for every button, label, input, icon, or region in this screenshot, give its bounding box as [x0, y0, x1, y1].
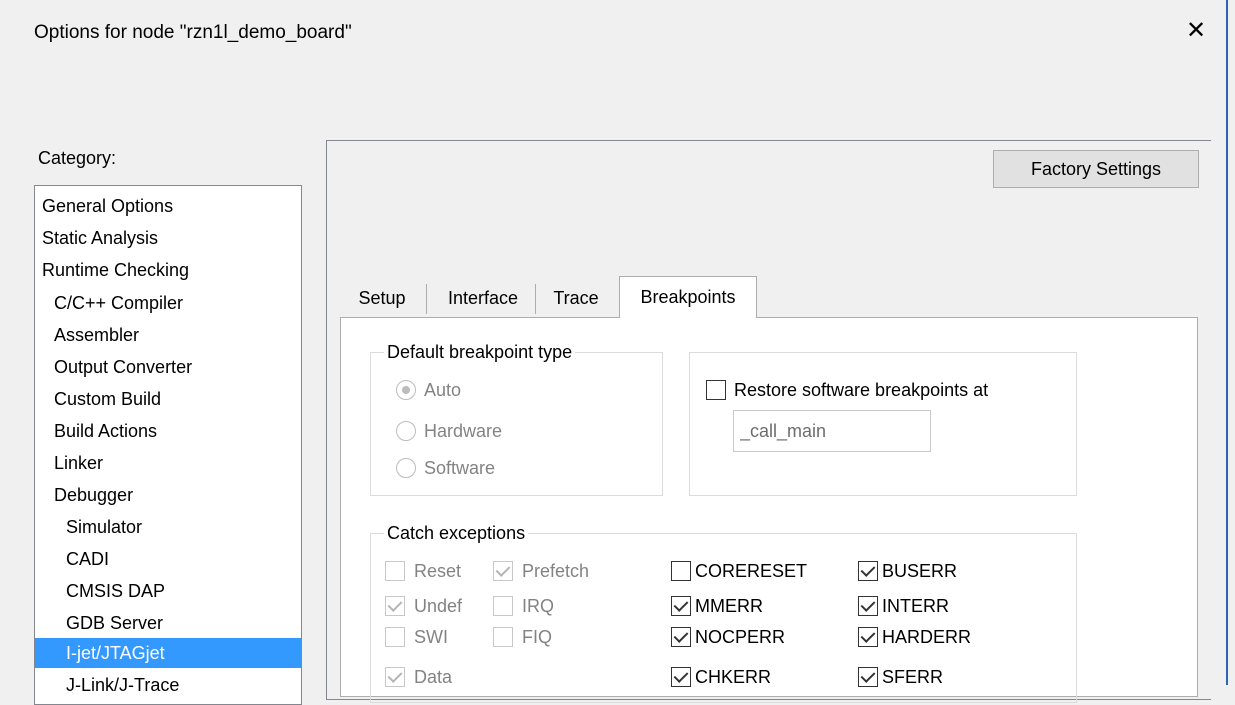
radio-button-icon: [396, 380, 416, 400]
radio-hardware: Hardware: [396, 418, 502, 444]
radio-button-icon: [396, 458, 416, 478]
checkbox-label: MMERR: [695, 595, 763, 616]
radio-button-icon: [396, 421, 416, 441]
close-icon[interactable]: ✕: [1181, 16, 1211, 46]
checkbox-data: Data: [385, 664, 452, 690]
category-item-linker[interactable]: Linker: [54, 448, 103, 478]
category-item-gdb-server[interactable]: GDB Server: [66, 608, 163, 638]
category-item-static-analysis[interactable]: Static Analysis: [42, 223, 158, 253]
checkbox-icon: [493, 627, 513, 647]
checkbox-harderr[interactable]: HARDERR: [858, 624, 971, 650]
checkbox-label: FIQ: [522, 626, 552, 647]
category-list[interactable]: General Options Static Analysis Runtime …: [34, 185, 302, 705]
checkbox-label: SWI: [414, 626, 448, 647]
checkbox-mmerr[interactable]: MMERR: [671, 593, 763, 619]
checkbox-label: NOCPERR: [695, 626, 786, 647]
tab-breakpoints[interactable]: Breakpoints: [619, 276, 757, 318]
restore-location-field[interactable]: [733, 410, 931, 452]
checkbox-icon[interactable]: [671, 596, 691, 616]
checkbox-label: INTERR: [882, 595, 949, 616]
checkbox-sferr[interactable]: SFERR: [858, 664, 943, 690]
checkbox-undef: Undef: [385, 593, 462, 619]
category-item-assembler[interactable]: Assembler: [54, 320, 139, 350]
checkbox-icon: [385, 561, 405, 581]
tab-interface[interactable]: Interface: [434, 283, 532, 315]
checkbox-irq: IRQ: [493, 593, 554, 619]
checkbox-corereset[interactable]: CORERESET: [671, 558, 807, 584]
checkbox-icon[interactable]: [671, 667, 691, 687]
checkbox-icon[interactable]: [858, 561, 878, 581]
checkbox-label: Undef: [414, 595, 463, 616]
window-border: [1226, 0, 1228, 685]
category-item-jlink-jtrace[interactable]: J-Link/J-Trace: [66, 670, 179, 700]
tab-separator: [426, 284, 427, 314]
tab-setup[interactable]: Setup: [346, 283, 418, 315]
checkbox-reset: Reset: [385, 558, 461, 584]
checkbox-icon: [385, 596, 405, 616]
radio-label: Hardware: [424, 420, 503, 441]
checkbox-label: BUSERR: [882, 560, 958, 581]
checkbox-chkerr[interactable]: CHKERR: [671, 664, 771, 690]
checkbox-icon[interactable]: [671, 561, 691, 581]
checkbox-label: Restore software breakpoints at: [734, 379, 989, 400]
checkbox-icon: [385, 627, 405, 647]
category-item-cmsis-dap[interactable]: CMSIS DAP: [66, 576, 165, 606]
category-item-c-compiler[interactable]: C/C++ Compiler: [54, 288, 183, 318]
checkbox-label: IRQ: [522, 595, 555, 616]
checkbox-label: Data: [414, 666, 453, 687]
checkbox-icon: [493, 596, 513, 616]
checkbox-icon[interactable]: [706, 380, 726, 400]
group-title: Default breakpoint type: [384, 341, 576, 363]
checkbox-icon[interactable]: [858, 627, 878, 647]
checkbox-label: Reset: [414, 560, 462, 581]
checkbox-label: CORERESET: [695, 560, 808, 581]
factory-settings-button[interactable]: Factory Settings: [993, 150, 1199, 188]
category-label: Category:: [38, 148, 117, 168]
category-item-debugger[interactable]: Debugger: [54, 480, 133, 510]
checkbox-interr[interactable]: INTERR: [858, 593, 949, 619]
checkbox-label: Prefetch: [522, 560, 590, 581]
tab-separator: [535, 284, 536, 314]
category-item-build-actions[interactable]: Build Actions: [54, 416, 157, 446]
group-title: Catch exceptions: [384, 522, 529, 544]
radio-label: Software: [424, 457, 496, 478]
category-item-cadi[interactable]: CADI: [66, 544, 109, 574]
category-item-general-options[interactable]: General Options: [42, 191, 173, 221]
checkbox-icon: [493, 561, 513, 581]
checkbox-swi: SWI: [385, 624, 448, 650]
category-item-custom-build[interactable]: Custom Build: [54, 384, 161, 414]
checkbox-label: CHKERR: [695, 666, 772, 687]
checkbox-nocperr[interactable]: NOCPERR: [671, 624, 785, 650]
checkbox-prefetch: Prefetch: [493, 558, 589, 584]
tab-trace[interactable]: Trace: [540, 283, 612, 315]
checkbox-label: HARDERR: [882, 626, 972, 647]
checkbox-icon: [385, 667, 405, 687]
radio-label: Auto: [424, 379, 462, 400]
checkbox-buserr[interactable]: BUSERR: [858, 558, 957, 584]
category-item-runtime-checking[interactable]: Runtime Checking: [42, 255, 189, 285]
restore-breakpoints-checkbox[interactable]: Restore software breakpoints at: [706, 377, 988, 403]
window-title: Options for node "rzn1l_demo_board": [34, 22, 352, 43]
radio-software: Software: [396, 455, 495, 481]
checkbox-label: SFERR: [882, 666, 944, 687]
radio-auto: Auto: [396, 377, 461, 403]
category-item-simulator[interactable]: Simulator: [66, 512, 142, 542]
category-item-ijet-jtagjet[interactable]: I-jet/JTAGjet: [35, 638, 301, 668]
checkbox-fiq: FIQ: [493, 624, 552, 650]
checkbox-icon[interactable]: [858, 596, 878, 616]
checkbox-icon[interactable]: [858, 667, 878, 687]
category-item-output-converter[interactable]: Output Converter: [54, 352, 192, 382]
checkbox-icon[interactable]: [671, 627, 691, 647]
